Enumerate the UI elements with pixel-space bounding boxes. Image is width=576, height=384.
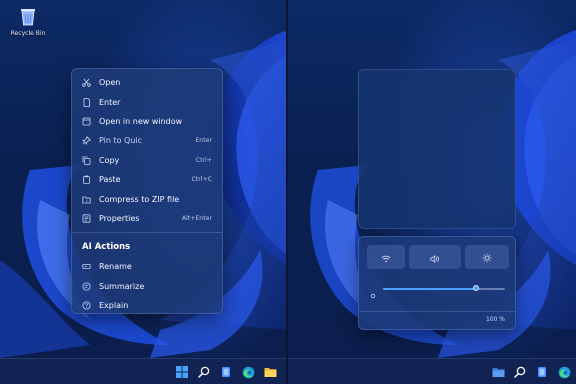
menu-item-shortcut: Ctrl+ <box>195 156 212 164</box>
scissors-icon <box>82 78 91 87</box>
menu-item-shortcut: Ctrl+C <box>191 176 212 184</box>
menu-item-label: Summarize <box>99 281 145 291</box>
menu-item-enter[interactable]: Enter <box>72 92 222 111</box>
menu-item-label: Properties <box>99 213 140 223</box>
menu-item-label: Compress to ZIP file <box>99 194 180 204</box>
wifi-toggle[interactable] <box>367 245 405 269</box>
recycle-bin-label: Recycle Bin <box>10 30 46 37</box>
menu-item-label: Enter <box>99 97 121 107</box>
summarize-icon <box>82 282 91 291</box>
slider-fill <box>383 288 476 290</box>
help-circle-icon <box>82 301 91 310</box>
rename-icon <box>82 262 91 271</box>
clipboard-icon <box>82 175 91 185</box>
pin-icon <box>82 136 91 146</box>
wifi-icon <box>381 248 391 267</box>
menu-item-pin-to-quick[interactable]: Pin to Quic Enter <box>72 131 222 150</box>
menu-item-rename[interactable]: Rename <box>72 257 222 276</box>
recycle-bin[interactable]: Recycle Bin <box>6 6 50 37</box>
menu-item-label: Paste <box>99 175 121 185</box>
menu-item-explain[interactable]: Explain <box>72 296 222 315</box>
copy-icon <box>82 156 91 165</box>
edge-icon[interactable] <box>240 364 256 380</box>
task-view-icon[interactable] <box>534 364 550 380</box>
menu-item-compress-zip[interactable]: Compress to ZIP file <box>72 189 222 208</box>
task-view-icon[interactable] <box>218 364 234 380</box>
ai-actions-heading: AI Actions <box>82 242 131 253</box>
window-icon <box>82 117 91 126</box>
volume-icon <box>430 248 440 267</box>
menu-item-open-new-window[interactable]: Open in new window <box>72 112 222 131</box>
quick-settings-panel: 100 % <box>358 236 516 330</box>
taskbar-left <box>0 358 288 384</box>
brightness-slider[interactable] <box>369 283 509 299</box>
menu-item-shortcut: Alt+Enter <box>181 214 212 222</box>
menu-item-copy[interactable]: Copy Ctrl+ <box>72 151 222 170</box>
file-explorer-icon[interactable] <box>490 364 506 380</box>
menu-separator <box>72 232 222 234</box>
menu-item-label: Rename <box>99 262 132 272</box>
context-menu: Open Enter Open in new window Pin to Qui… <box>71 68 223 314</box>
menu-item-shortcut: Enter <box>195 137 212 145</box>
menu-item-paste[interactable]: Paste Ctrl+C <box>72 170 222 189</box>
zip-folder-icon <box>82 195 91 204</box>
brightness-toggle[interactable] <box>465 245 509 269</box>
menu-item-label: Pin to Quic <box>99 136 143 146</box>
file-explorer-icon[interactable] <box>262 364 278 380</box>
slider-thumb[interactable] <box>472 285 479 291</box>
brightness-icon <box>482 248 492 267</box>
menu-item-open[interactable]: Open <box>72 73 222 92</box>
search-icon[interactable] <box>512 364 528 380</box>
properties-icon <box>82 214 91 223</box>
search-icon[interactable] <box>196 364 212 380</box>
brightness-percent: 100 % <box>485 316 505 323</box>
start-icon[interactable] <box>174 364 190 380</box>
menu-item-properties[interactable]: Properties Alt+Enter <box>72 209 222 228</box>
document-icon <box>82 97 91 107</box>
taskbar-right <box>288 358 576 384</box>
recycle-bin-icon <box>19 6 37 26</box>
menu-item-label: Explain <box>99 301 129 311</box>
notification-flyout <box>358 69 516 229</box>
volume-toggle[interactable] <box>409 245 461 269</box>
menu-item-label: Open <box>99 78 121 88</box>
edge-icon[interactable] <box>556 364 572 380</box>
brightness-low-icon <box>369 285 377 304</box>
menu-item-summarize[interactable]: Summarize <box>72 277 222 296</box>
quick-settings-footer: 100 % <box>359 311 515 329</box>
menu-item-label: Copy <box>99 155 120 165</box>
desktop-left-pane: Recycle Bin Open Enter Open in new windo… <box>0 0 288 384</box>
desktop-right-pane: 100 % <box>288 0 576 384</box>
slider-track <box>383 285 505 291</box>
menu-item-label: Open in new window <box>99 116 183 126</box>
